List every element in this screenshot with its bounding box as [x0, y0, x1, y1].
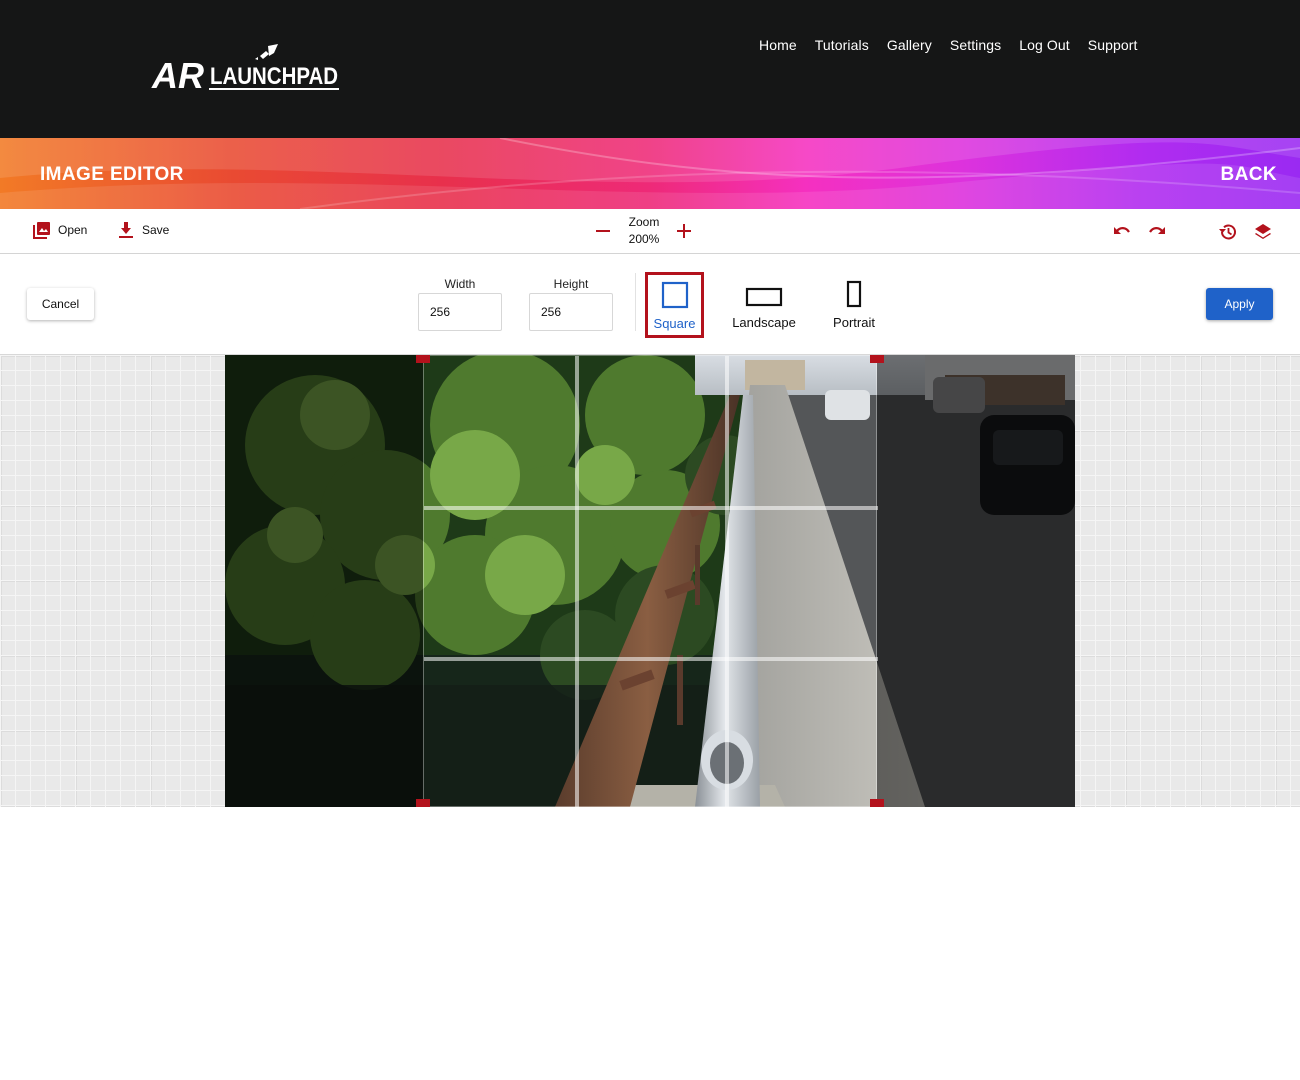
zoom-out-icon[interactable]	[595, 222, 611, 240]
history-icon[interactable]	[1218, 222, 1238, 242]
crop-handle-top-left[interactable]	[416, 355, 430, 363]
download-icon	[119, 222, 133, 238]
nav-support[interactable]: Support	[1088, 37, 1138, 53]
height-label: Height	[553, 277, 589, 291]
open-label: Open	[58, 223, 88, 237]
zoom-label: Zoom	[628, 215, 660, 229]
nav-home[interactable]: Home	[759, 37, 797, 53]
zoom-value: 200%	[628, 232, 660, 246]
back-button[interactable]: BACK	[1221, 164, 1278, 186]
crop-handle-bottom-right[interactable]	[870, 799, 884, 807]
shape-portrait-label: Portrait	[833, 315, 875, 330]
crop-handle-bottom-left[interactable]	[416, 799, 430, 807]
banner-wave-decoration	[0, 138, 1300, 209]
width-input[interactable]	[418, 293, 502, 331]
top-navigation-bar: AR LAUNCHPAD Home Tutorials Gallery Sett…	[0, 0, 1300, 138]
apply-button[interactable]: Apply	[1206, 288, 1273, 320]
page-title: IMAGE EDITOR	[40, 164, 184, 185]
nav-settings[interactable]: Settings	[950, 37, 1001, 53]
editor-canvas	[0, 355, 1300, 807]
shape-square-option[interactable]: Square	[645, 272, 704, 338]
undo-icon[interactable]	[1112, 222, 1132, 242]
divider	[635, 273, 636, 331]
crop-grid-line	[575, 356, 579, 807]
redo-icon[interactable]	[1147, 222, 1167, 242]
open-button[interactable]: Open	[33, 221, 87, 239]
ar-launchpad-logo[interactable]: AR LAUNCHPAD	[150, 44, 345, 96]
save-label: Save	[142, 223, 170, 237]
shape-landscape-option[interactable]: Landscape	[726, 272, 802, 330]
crop-mask-left	[225, 355, 423, 807]
width-label: Width	[444, 277, 476, 291]
crop-grid-line	[424, 657, 878, 661]
edited-photo	[225, 355, 1075, 807]
svg-text:LAUNCHPAD: LAUNCHPAD	[210, 63, 338, 90]
landscape-icon	[745, 287, 783, 307]
main-nav: Home Tutorials Gallery Settings Log Out …	[759, 37, 1156, 53]
crop-mask-right	[877, 355, 1075, 807]
height-input[interactable]	[529, 293, 613, 331]
portrait-icon	[846, 280, 862, 308]
crop-options-bar: Cancel Width Height Square Landscape Por…	[0, 255, 1300, 355]
zoom-in-icon[interactable]	[676, 222, 692, 240]
image-icon	[33, 222, 50, 239]
nav-gallery[interactable]: Gallery	[887, 37, 932, 53]
cancel-button[interactable]: Cancel	[27, 288, 94, 320]
square-icon	[661, 281, 688, 309]
nav-log-out[interactable]: Log Out	[1019, 37, 1070, 53]
crop-selection-box[interactable]	[423, 355, 878, 807]
nav-tutorials[interactable]: Tutorials	[815, 37, 869, 53]
crop-grid-line	[725, 356, 729, 807]
svg-text:AR: AR	[151, 55, 204, 96]
shape-portrait-option[interactable]: Portrait	[826, 272, 882, 330]
shape-square-label: Square	[653, 316, 696, 331]
crop-handle-top-right[interactable]	[870, 355, 884, 363]
editor-toolbar: Open Save Zoom 200%	[0, 209, 1300, 254]
save-button[interactable]: Save	[117, 221, 169, 239]
layers-icon[interactable]	[1253, 222, 1273, 242]
shape-landscape-label: Landscape	[732, 315, 796, 330]
page-banner: IMAGE EDITOR BACK	[0, 138, 1300, 209]
zoom-readout: Zoom 200%	[620, 214, 668, 248]
crop-grid-line	[424, 506, 878, 510]
